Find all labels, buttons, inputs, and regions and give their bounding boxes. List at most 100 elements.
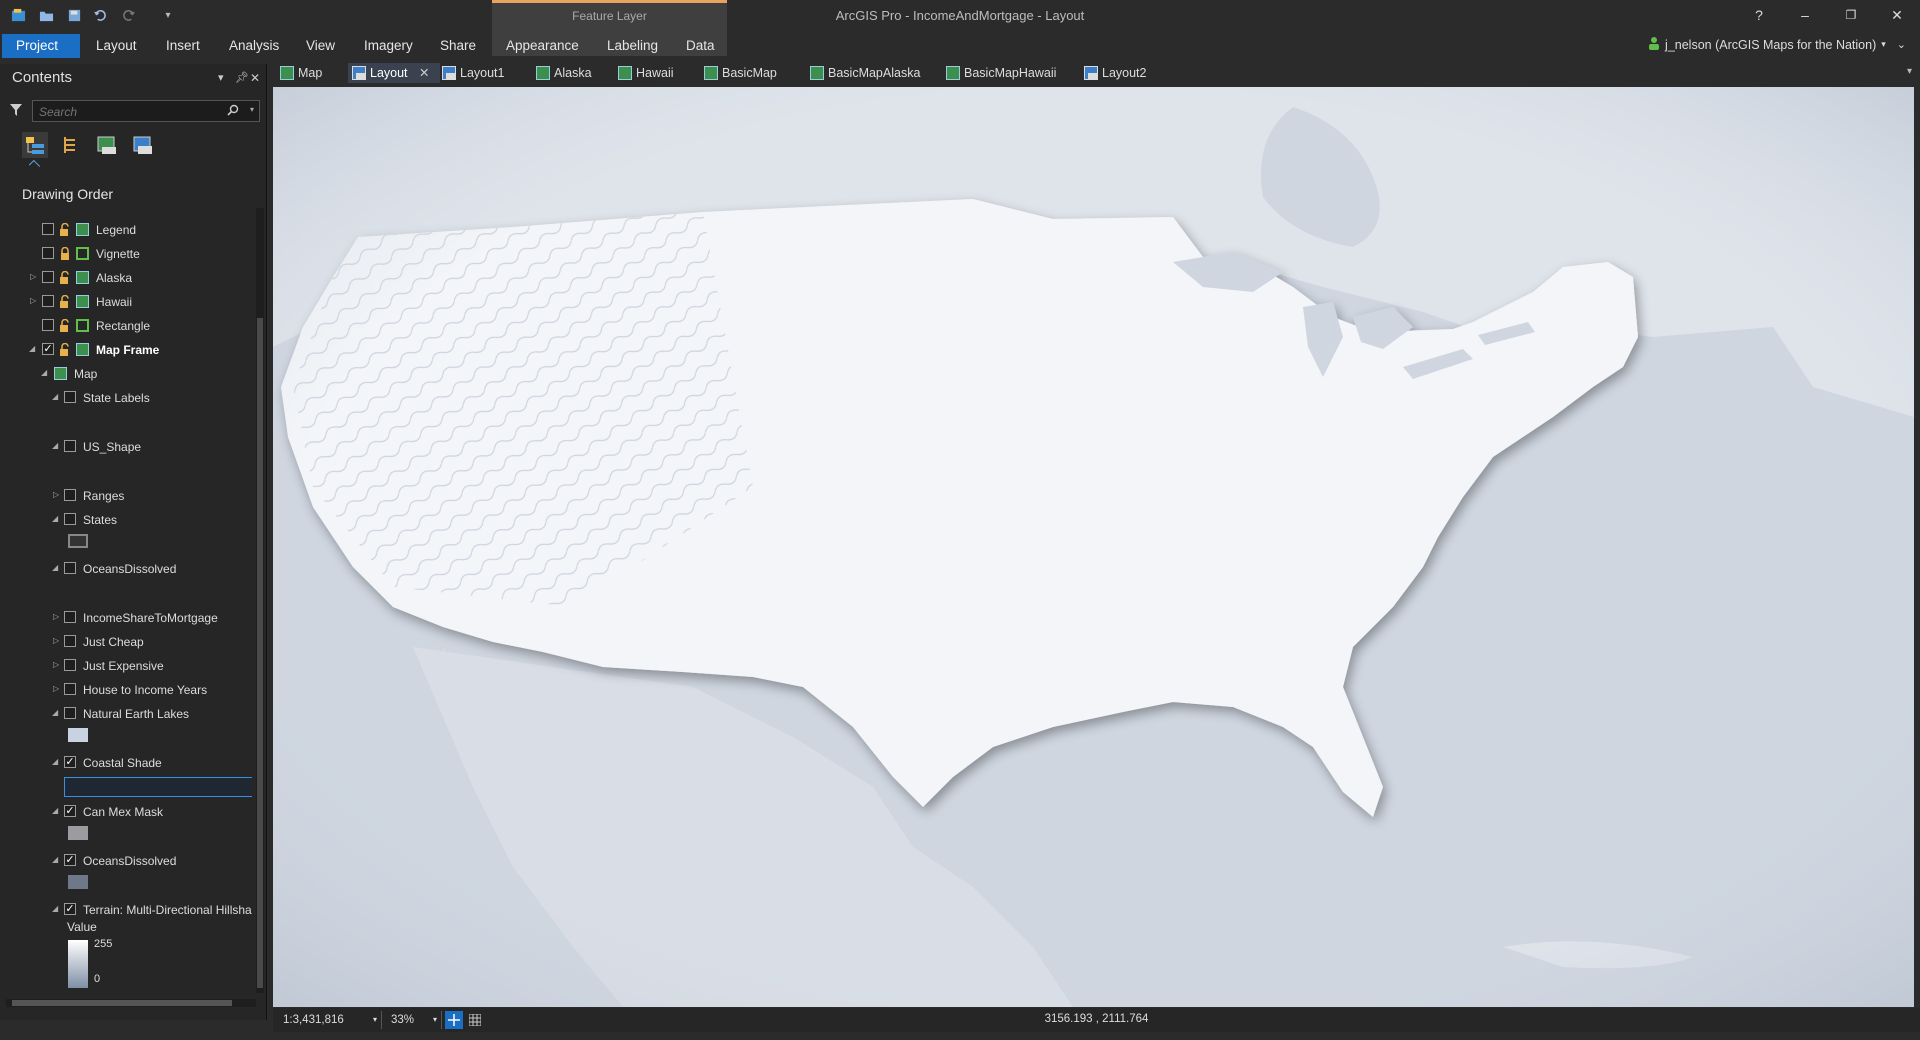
toc-item-natural-earth-lakes[interactable]: ◢ Natural Earth Lakes (0, 704, 252, 724)
view-tab-alaska[interactable]: Alaska (532, 63, 602, 83)
toc-item-state-labels[interactable]: ◢ State Labels (0, 388, 252, 408)
visibility-checkbox[interactable] (64, 489, 76, 501)
restore-button[interactable]: ❐ (1828, 0, 1874, 30)
contents-vertical-scrollbar[interactable] (256, 208, 264, 993)
visibility-checkbox[interactable] (64, 707, 76, 719)
map-canvas[interactable] (273, 87, 1914, 1007)
visibility-checkbox[interactable] (64, 513, 76, 525)
unlock-icon[interactable] (59, 223, 71, 236)
coastal-shade-symbol-swatch[interactable] (64, 777, 252, 797)
expand-icon[interactable]: ▷ (53, 490, 59, 499)
toc-item-terrain-hillshade[interactable]: ◢ ✓ Terrain: Multi-Directional Hillshade (0, 900, 252, 920)
list-by-selection-icon[interactable] (94, 132, 120, 158)
collapse-icon[interactable]: ◢ (29, 344, 35, 353)
visibility-checkbox[interactable]: ✓ (64, 756, 76, 768)
visibility-checkbox[interactable] (42, 295, 54, 307)
view-tab-basicmaphawaii[interactable]: BasicMapHawaii (942, 63, 1066, 83)
collapse-icon[interactable]: ◢ (52, 757, 58, 766)
toc-item-hawaii[interactable]: ▷ Hawaii (0, 292, 252, 312)
collapse-icon[interactable]: ◢ (52, 904, 58, 913)
toc-item-just-expensive[interactable]: ▷ Just Expensive (0, 656, 252, 676)
lock-icon[interactable] (59, 247, 71, 260)
list-by-drawing-order-icon[interactable] (22, 132, 48, 158)
scrollbar-thumb[interactable] (12, 1000, 232, 1006)
expand-icon[interactable]: ▷ (53, 684, 59, 693)
toc-item-map[interactable]: ◢ Map (0, 364, 252, 384)
expand-icon[interactable]: ▷ (30, 296, 36, 305)
collapse-icon[interactable]: ◢ (52, 514, 58, 523)
expand-icon[interactable]: ▷ (53, 612, 59, 621)
tab-analysis[interactable]: Analysis (215, 34, 293, 58)
visibility-checkbox[interactable] (64, 659, 76, 671)
visibility-checkbox[interactable] (64, 391, 76, 403)
close-button[interactable]: ✕ (1874, 0, 1920, 30)
collapse-icon[interactable]: ◢ (52, 563, 58, 572)
visibility-checkbox[interactable] (42, 223, 54, 235)
visibility-checkbox[interactable]: ✓ (64, 903, 76, 915)
states-symbol-swatch[interactable] (68, 534, 88, 548)
snapping-toggle-icon[interactable] (445, 1011, 463, 1029)
tab-project[interactable]: Project (2, 34, 80, 58)
view-tab-hawaii[interactable]: Hawaii (614, 63, 684, 83)
user-account[interactable]: j_nelson (ArcGIS Maps for the Nation) ▾ … (1648, 36, 1906, 53)
view-tab-layout1[interactable]: Layout1 (438, 63, 514, 83)
lakes-symbol-swatch[interactable] (68, 728, 88, 742)
mask-symbol-swatch[interactable] (68, 826, 88, 840)
pane-options-icon[interactable]: ▾ (218, 71, 224, 84)
view-tab-basicmapalaska[interactable]: BasicMapAlaska (806, 63, 930, 83)
toc-item-map-frame[interactable]: ◢ ✓ Map Frame (0, 340, 252, 360)
tab-layout[interactable]: Layout (82, 34, 151, 58)
tab-insert[interactable]: Insert (152, 34, 214, 58)
visibility-checkbox[interactable] (64, 562, 76, 574)
view-tab-layout2[interactable]: Layout2 (1080, 63, 1156, 83)
visibility-checkbox[interactable] (42, 319, 54, 331)
view-tab-basicmap[interactable]: BasicMap (700, 63, 787, 83)
help-button[interactable]: ? (1736, 0, 1782, 30)
visibility-checkbox[interactable]: ✓ (64, 805, 76, 817)
unlock-icon[interactable] (59, 319, 71, 332)
contents-horizontal-scrollbar[interactable] (6, 999, 256, 1007)
expand-icon[interactable]: ▷ (30, 272, 36, 281)
save-icon[interactable] (66, 7, 82, 23)
scale-selector[interactable]: 1:3,431,816 ▾ (279, 1011, 382, 1029)
collapse-icon[interactable]: ◢ (52, 441, 58, 450)
toc-item-alaska[interactable]: ▷ Alaska (0, 268, 252, 288)
visibility-checkbox[interactable] (64, 440, 76, 452)
unlock-icon[interactable] (59, 295, 71, 308)
expand-icon[interactable]: ▷ (53, 636, 59, 645)
collapse-icon[interactable]: ◢ (52, 855, 58, 864)
toc-item-just-cheap[interactable]: ▷ Just Cheap (0, 632, 252, 652)
collapse-icon[interactable]: ◢ (52, 806, 58, 815)
unlock-icon[interactable] (59, 271, 71, 284)
customize-toolbar-icon[interactable]: ▾ (160, 7, 176, 23)
collapse-icon[interactable]: ◢ (41, 368, 47, 377)
search-input[interactable] (37, 103, 231, 121)
toc-item-legend[interactable]: Legend (0, 220, 252, 240)
expand-icon[interactable]: ▷ (53, 660, 59, 669)
visibility-checkbox[interactable] (64, 635, 76, 647)
tabs-overflow-icon[interactable]: ▾ (1907, 66, 1912, 77)
close-tab-icon[interactable]: ✕ (419, 66, 429, 80)
grid-toggle-icon[interactable] (467, 1011, 483, 1029)
collapse-icon[interactable]: ◢ (52, 708, 58, 717)
zoom-selector[interactable]: 33% ▾ (383, 1011, 442, 1029)
tab-view[interactable]: View (292, 34, 349, 58)
visibility-checkbox[interactable] (42, 271, 54, 283)
toc-item-coastal-shade[interactable]: ◢ ✓ Coastal Shade (0, 753, 252, 773)
toc-item-can-mex-mask[interactable]: ◢ ✓ Can Mex Mask (0, 802, 252, 822)
toc-item-income-share-to-mortgage[interactable]: ▷ IncomeShareToMortgage (0, 608, 252, 628)
toc-item-ranges[interactable]: ▷ Ranges (0, 486, 252, 506)
list-by-editing-icon[interactable] (130, 132, 156, 158)
tab-share[interactable]: Share (426, 34, 490, 58)
redo-icon[interactable] (120, 7, 136, 23)
toc-item-vignette[interactable]: Vignette (0, 244, 252, 264)
visibility-checkbox[interactable] (64, 683, 76, 695)
search-options-icon[interactable]: ▾ (250, 105, 254, 114)
layout-map-view[interactable] (273, 87, 1914, 1007)
project-icon[interactable] (10, 7, 26, 23)
ribbon-collapse-icon[interactable]: ⌄ (1897, 38, 1906, 51)
view-tab-map[interactable]: Map (276, 63, 332, 83)
tab-data[interactable]: Data (672, 34, 729, 58)
toc-item-rectangle[interactable]: Rectangle (0, 316, 252, 336)
tab-imagery[interactable]: Imagery (350, 34, 427, 58)
